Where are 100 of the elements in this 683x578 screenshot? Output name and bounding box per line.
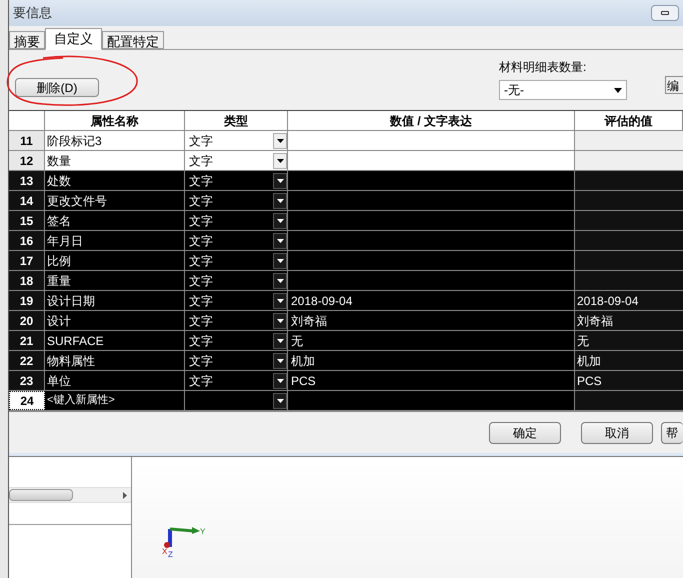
- table-cell: 重量: [45, 271, 185, 290]
- table-cell-text: PCS: [577, 372, 602, 390]
- scroll-right-icon[interactable]: [123, 492, 127, 498]
- table-cell-text: PCS: [291, 372, 316, 390]
- table-row[interactable]: 12 数量 文字: [9, 151, 683, 171]
- row-number: 17: [9, 251, 45, 270]
- dropdown-button[interactable]: [273, 152, 287, 168]
- table-cell-text: 文字: [189, 312, 213, 330]
- row-number: 20: [9, 311, 45, 330]
- delete-button[interactable]: 删除(D): [15, 78, 99, 97]
- table-cell: 设计: [45, 311, 185, 330]
- caret-icon: [276, 138, 284, 142]
- bom-quantity-label: 材料明细表数量:: [499, 59, 588, 76]
- table-cell: SURFACE: [45, 331, 185, 350]
- column-header[interactable]: 属性名称: [45, 111, 185, 130]
- table-row[interactable]: 11 阶段标记3 文字: [9, 131, 683, 151]
- table-row[interactable]: 20 设计 文字 刘奇福 刘奇福: [9, 311, 683, 331]
- tab[interactable]: 配置特定: [102, 31, 164, 49]
- table-cell-text: 刘奇福: [291, 312, 327, 330]
- dialog-button[interactable]: 确定: [489, 422, 561, 444]
- tab[interactable]: 自定义: [45, 28, 102, 50]
- table-cell: 单位: [45, 371, 185, 390]
- column-header[interactable]: 评估的值: [575, 111, 683, 130]
- row-number: 19: [9, 291, 45, 310]
- scrollbar-thumb[interactable]: [9, 489, 73, 501]
- table-cell-text: 文字: [189, 332, 213, 350]
- column-header[interactable]: 类型: [185, 111, 288, 130]
- caret-icon: [276, 218, 284, 222]
- row-number: 22: [9, 351, 45, 370]
- table-cell: 年月日: [45, 231, 185, 250]
- caret-icon: [614, 88, 622, 92]
- row-number: 11: [9, 131, 45, 150]
- table-cell-text: 文字: [189, 192, 213, 210]
- table-cell-text: 文字: [189, 132, 213, 150]
- dialog-button[interactable]: 帮: [661, 422, 683, 444]
- caret-icon: [276, 278, 284, 282]
- caret-icon: [276, 158, 284, 162]
- table-cell-text: 文字: [189, 212, 213, 230]
- dropdown-button[interactable]: [273, 172, 287, 188]
- table-cell-text: 文字: [189, 152, 213, 170]
- table-cell-text: 无: [291, 332, 303, 350]
- caret-icon: [276, 398, 284, 402]
- caret-icon: [276, 198, 284, 202]
- table-row[interactable]: 18 重量 文字: [9, 271, 683, 291]
- dropdown-button[interactable]: [273, 332, 287, 348]
- dropdown-button[interactable]: [273, 392, 287, 408]
- dropdown-button[interactable]: [273, 252, 287, 268]
- bom-quantity-dropdown[interactable]: -无-: [499, 80, 627, 100]
- table-cell: 签名: [45, 211, 185, 230]
- table-cell-text: 无: [577, 332, 589, 350]
- minimize-icon: [661, 11, 669, 15]
- table-row[interactable]: 16 年月日 文字: [9, 231, 683, 251]
- dropdown-button[interactable]: [273, 352, 287, 368]
- table-cell: 设计日期: [45, 291, 185, 310]
- row-number: 21: [9, 331, 45, 350]
- table-row[interactable]: 17 比例 文字: [9, 251, 683, 271]
- table-cell-text: 文字: [189, 272, 213, 290]
- dropdown-button[interactable]: [273, 232, 287, 248]
- dropdown-button[interactable]: [273, 212, 287, 228]
- dropdown-button[interactable]: [273, 372, 287, 388]
- caret-icon: [276, 258, 284, 262]
- table-cell-text: 文字: [189, 372, 213, 390]
- table-cell-text: 文字: [189, 292, 213, 310]
- table-row[interactable]: 24 <键入新属性>: [9, 391, 683, 411]
- caret-icon: [276, 378, 284, 382]
- table-cell-text: 文字: [189, 352, 213, 370]
- table-row[interactable]: 14 更改文件号 文字: [9, 191, 683, 211]
- table-cell: 物料属性: [45, 351, 185, 370]
- table-row[interactable]: 22 物料属性 文字 机加 机加: [9, 351, 683, 371]
- dropdown-button[interactable]: [273, 292, 287, 308]
- table-row[interactable]: 19 设计日期 文字 2018-09-04 2018-09-04: [9, 291, 683, 311]
- table-cell-text: 2018-09-04: [577, 292, 638, 310]
- dropdown-button[interactable]: [273, 312, 287, 328]
- dropdown-button[interactable]: [273, 192, 287, 208]
- table-row[interactable]: 13 处数 文字: [9, 171, 683, 191]
- dropdown-button[interactable]: [273, 272, 287, 288]
- table-cell: 阶段标记3: [45, 131, 185, 150]
- tab[interactable]: 摘要: [9, 31, 45, 49]
- table-cell: 更改文件号: [45, 191, 185, 210]
- row-number: 12: [9, 151, 45, 170]
- table-cell: <键入新属性>: [45, 391, 185, 410]
- caret-icon: [276, 178, 284, 182]
- dialog-button[interactable]: 取消: [581, 422, 653, 444]
- row-number: 13: [9, 171, 45, 190]
- table-cell: 数量: [45, 151, 185, 170]
- row-number: 16: [9, 231, 45, 250]
- table-cell-text: 机加: [291, 352, 315, 370]
- minimize-button[interactable]: [651, 5, 679, 21]
- dropdown-button[interactable]: [273, 132, 287, 148]
- table-row[interactable]: 15 签名 文字: [9, 211, 683, 231]
- table-cell: 比例: [45, 251, 185, 270]
- window-title: 要信息: [13, 4, 52, 22]
- caret-icon: [276, 238, 284, 242]
- table-cell-text: 文字: [189, 232, 213, 250]
- table-cell-text: 机加: [577, 352, 601, 370]
- column-header[interactable]: 数值 / 文字表达: [288, 111, 575, 130]
- edit-button[interactable]: 编: [665, 76, 683, 94]
- table-row[interactable]: 23 单位 文字 PCS PCS: [9, 371, 683, 391]
- table-row[interactable]: 21 SURFACE 文字 无 无: [9, 331, 683, 351]
- row-number: 18: [9, 271, 45, 290]
